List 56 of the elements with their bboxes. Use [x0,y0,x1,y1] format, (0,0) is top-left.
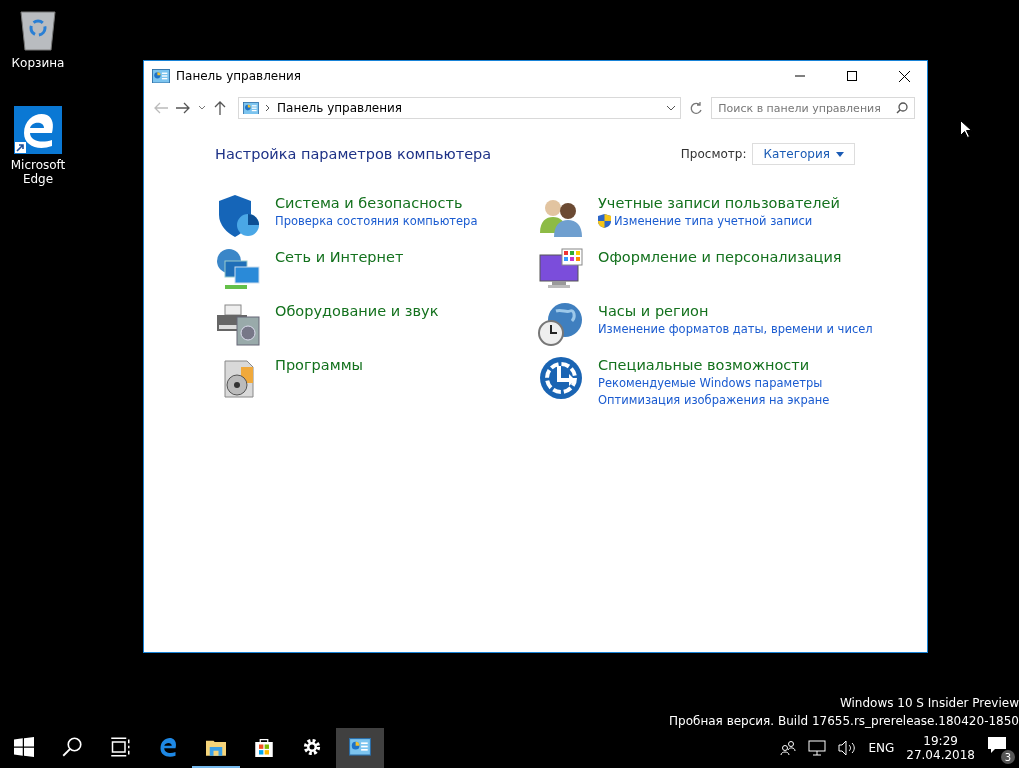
category-link[interactable]: Оформление и персонализация [598,249,842,265]
clock-date[interactable]: 27.04.2018 [906,748,975,762]
view-dropdown[interactable]: Категория [752,143,855,165]
search-icon [896,102,908,114]
notification-count: 3 [1001,750,1015,764]
search-icon[interactable] [62,737,82,757]
category-link[interactable]: Система и безопасность [275,195,478,211]
task-link[interactable]: Оптимизация изображения на экране [598,393,830,407]
address-bar[interactable]: Панель управления [238,97,682,119]
edge-shortcut-icon[interactable] [14,106,62,154]
page-heading: Настройка параметров компьютера [215,146,493,162]
view-label: Просмотр: [680,147,747,161]
category-link[interactable]: Оборудование и звук [275,303,439,319]
windows-logo-icon[interactable] [14,737,34,757]
close-icon [898,70,910,82]
build-info-text: Windows 10 S Insider Preview [839,695,1019,712]
dropdown-icon[interactable] [666,105,677,111]
forward-button[interactable] [176,102,190,114]
search-field[interactable]: Поиск в панели управления [711,97,915,119]
task-link[interactable]: Проверка состояния компьютера [275,214,478,228]
input-language[interactable]: ENG [868,741,895,755]
desktop-icon-label: Корзина [10,56,66,70]
build-info-text: Пробная версия. Build 17655.rs_prerelease.180420-1850 [669,713,1019,730]
up-button[interactable] [214,101,226,115]
globe-clock-icon [538,301,584,347]
category-link[interactable]: Часы и регион [598,303,873,319]
control-panel-icon [349,738,371,756]
chevron-icon [265,104,271,112]
task-link[interactable]: Рекомендуемые Windows параметры [598,376,830,390]
category-link[interactable]: Программы [275,357,363,373]
control-panel-icon [243,101,259,115]
caret-icon [836,151,844,157]
uac-shield-icon [598,214,611,228]
notifications-icon[interactable] [987,736,1007,754]
control-panel-icon [152,68,170,84]
task-link[interactable]: Изменение форматов даты, времени и чисел [598,322,873,336]
clock-time[interactable]: 19:29 [923,734,958,748]
maximize-icon [847,71,857,81]
category-link[interactable]: Учетные записи пользователей [598,195,840,211]
settings-icon[interactable] [302,737,322,757]
edge-icon[interactable] [158,737,178,757]
refresh-button[interactable] [689,101,704,115]
desktop-icon-label: Microsoft Edge [9,158,67,186]
task-view-icon[interactable] [110,737,130,757]
network-icon[interactable] [808,740,827,756]
people-icon[interactable] [780,740,797,756]
category-link[interactable]: Сеть и Интернет [275,249,404,265]
window-title: Панель управления [176,69,303,83]
printer-speaker-icon [215,301,261,347]
store-bag-icon[interactable] [254,737,274,757]
category-link[interactable]: Специальные возможности [598,357,830,373]
accessibility-icon [538,355,584,401]
mouse-cursor-icon [960,120,972,138]
volume-icon[interactable] [838,740,857,756]
task-link[interactable]: Изменение типа учетной записи [614,214,813,228]
recent-dropdown-button[interactable] [198,105,206,111]
